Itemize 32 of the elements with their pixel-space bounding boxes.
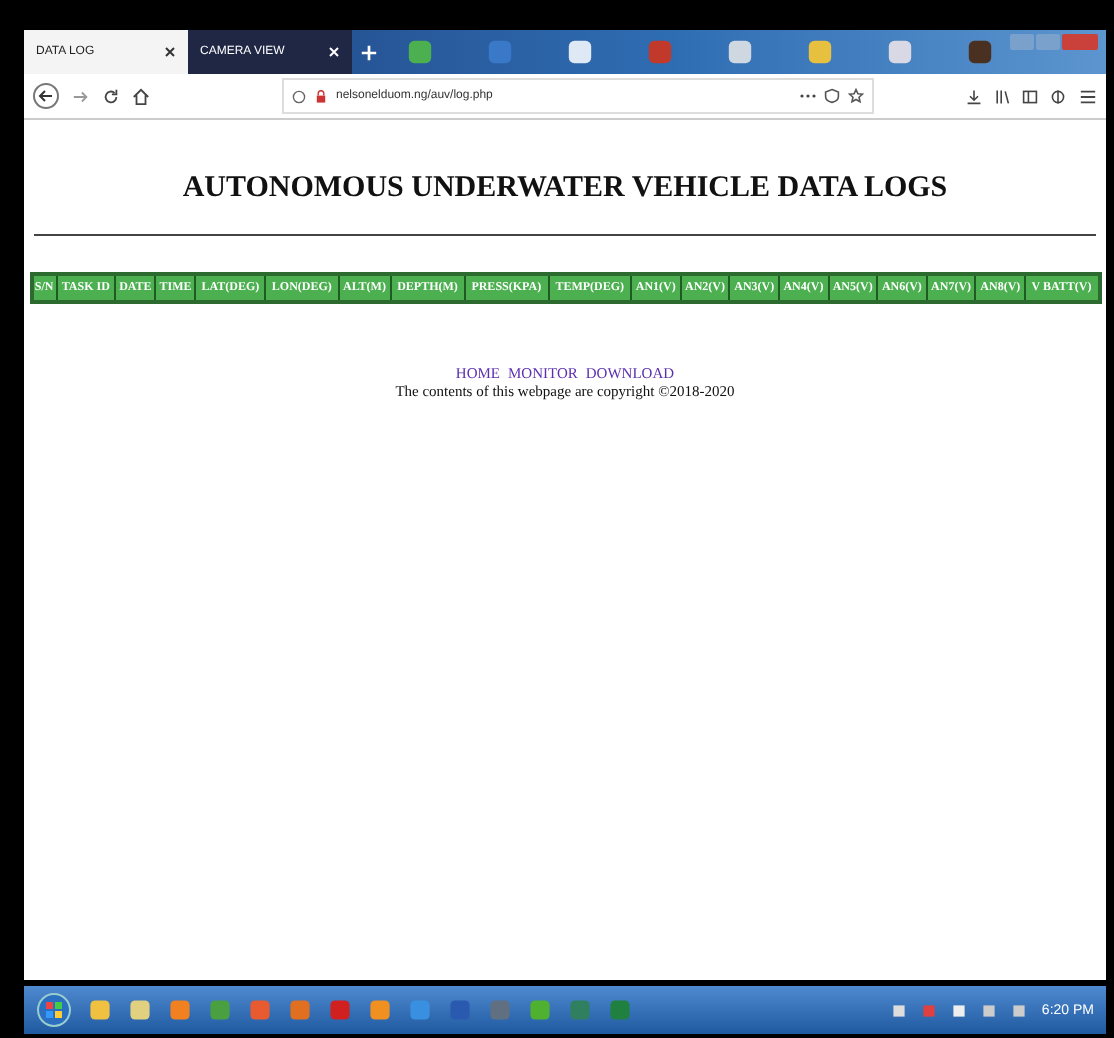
app-icon[interactable] (88, 998, 112, 1022)
home-icon[interactable] (132, 87, 150, 105)
library-icon[interactable] (994, 87, 1010, 105)
app-icon[interactable] (408, 998, 432, 1022)
app-icon[interactable] (328, 998, 352, 1022)
extension-icon[interactable] (1050, 87, 1066, 105)
reload-icon[interactable] (102, 87, 120, 105)
desktop-icon[interactable] (886, 38, 914, 66)
info-icon (292, 89, 306, 103)
lock-icon (314, 89, 328, 103)
app-icon[interactable] (368, 998, 392, 1022)
desktop-icon[interactable] (566, 38, 594, 66)
app-icon[interactable] (288, 998, 312, 1022)
app-icon[interactable] (208, 998, 232, 1022)
download-icon[interactable] (966, 87, 982, 105)
menu-icon[interactable] (1078, 87, 1098, 105)
app-icon[interactable] (528, 998, 552, 1022)
sidebar-icon[interactable] (1022, 87, 1038, 105)
desktop-icon[interactable] (806, 38, 834, 66)
start-button[interactable] (36, 992, 72, 1028)
forward-icon[interactable] (72, 87, 90, 105)
shield-icon[interactable] (824, 88, 840, 104)
close-icon[interactable] (164, 46, 176, 58)
more-icon[interactable] (800, 92, 816, 100)
back-icon[interactable] (32, 82, 60, 110)
app-icon[interactable] (128, 998, 152, 1022)
star-icon[interactable] (848, 88, 864, 104)
desktop-icon[interactable] (726, 38, 754, 66)
app-icon[interactable] (168, 998, 192, 1022)
desktop-icon[interactable] (966, 38, 994, 66)
desktop-icon[interactable] (406, 38, 434, 66)
page-title: AUTONOMOUS UNDERWATER VEHICLE DATA LOGS (182, 172, 948, 206)
